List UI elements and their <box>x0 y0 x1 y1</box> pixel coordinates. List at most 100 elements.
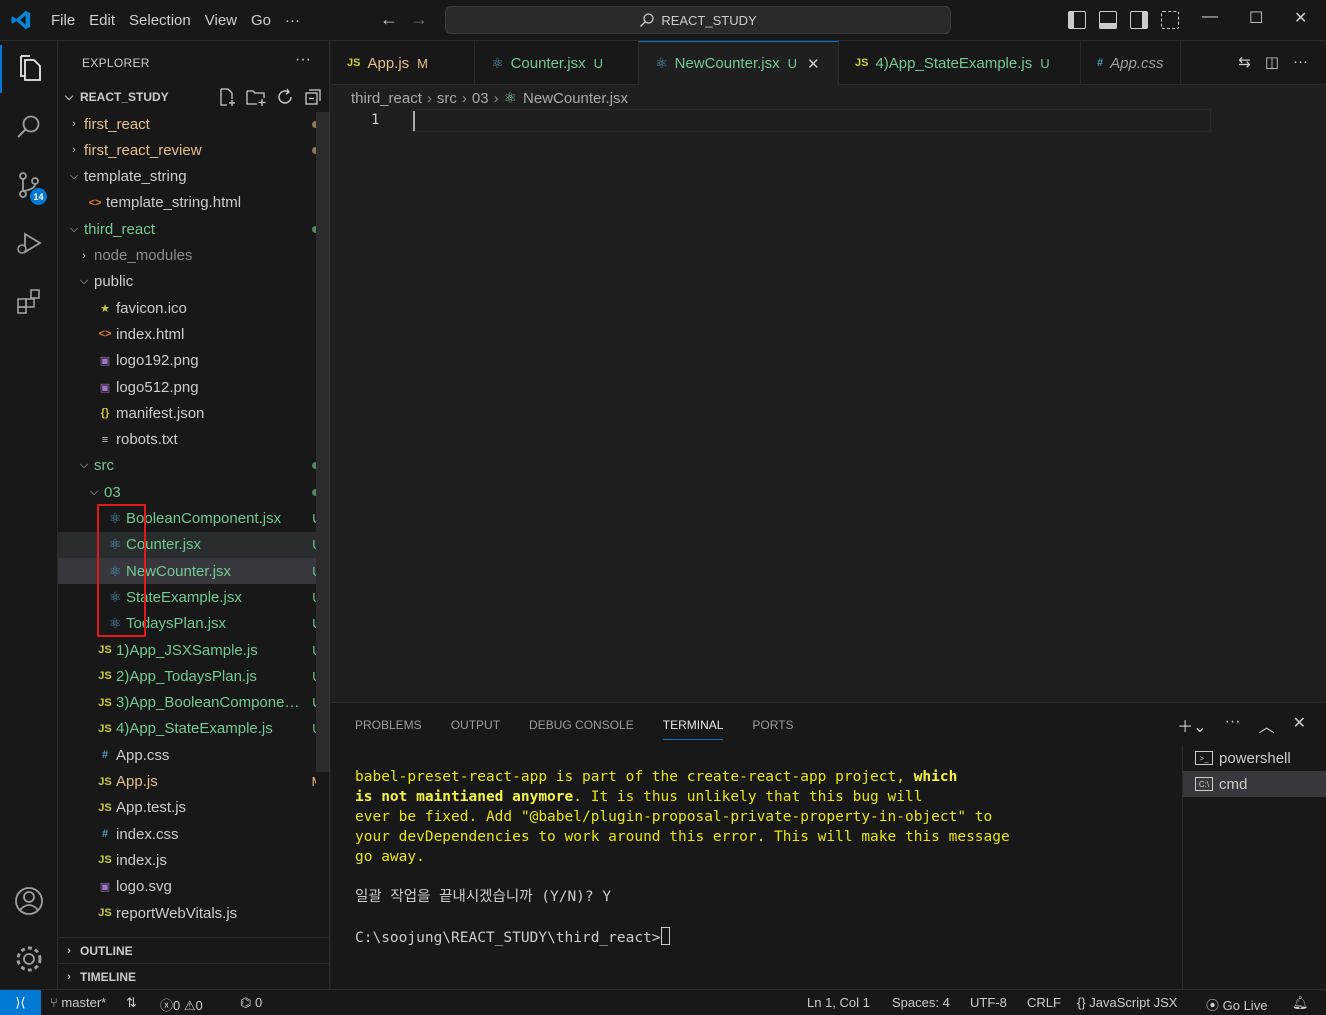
new-file-icon[interactable] <box>218 88 236 106</box>
tree-file[interactable]: JS 1)App_JSXSample.js U <box>58 637 316 663</box>
file-type-icon: ★ <box>100 302 110 315</box>
split-editor-icon[interactable]: ◫ <box>1265 53 1279 71</box>
tree-file[interactable]: JS 4)App_StateExample.js U <box>58 716 316 742</box>
tree-folder[interactable]: ⌵ 03 <box>58 479 316 505</box>
problems-status[interactable]: ⓧ0 ⚠0 <box>160 995 203 1014</box>
encoding[interactable]: UTF-8 <box>970 995 1007 1010</box>
tree-folder[interactable]: ⌵ public <box>58 269 316 295</box>
tree-folder[interactable]: › node_modules <box>58 243 316 269</box>
terminal-output[interactable]: babel-preset-react-app is part of the cr… <box>355 767 1175 948</box>
go-live-button[interactable]: ⦿ Go Live <box>1206 995 1267 1014</box>
maximize-icon[interactable]: ☐ <box>1249 8 1263 28</box>
tab-2[interactable]: ⚛ NewCounter.jsx U ✕ <box>639 41 839 85</box>
tree-folder[interactable]: › first_react <box>58 111 316 137</box>
panel-tab-terminal[interactable]: TERMINAL <box>662 718 724 740</box>
timeline-section-header[interactable]: › TIMELINE <box>58 963 330 989</box>
source-control-icon[interactable] <box>0 161 58 209</box>
tree-folder[interactable]: ⌵ src <box>58 453 316 479</box>
toggle-sidebar-icon[interactable] <box>1068 11 1086 29</box>
collapse-all-icon[interactable] <box>304 88 322 106</box>
panel-tab-debug-console[interactable]: DEBUG CONSOLE <box>529 718 634 740</box>
cursor-position[interactable]: Ln 1, Col 1 <box>807 995 870 1010</box>
maximize-panel-chevron-up-icon[interactable]: ︿ <box>1259 713 1275 737</box>
terminal-instance-powershell[interactable]: >_ powershell <box>1183 745 1326 771</box>
breadcrumb-item[interactable]: src <box>437 90 457 107</box>
toggle-secondary-sidebar-icon[interactable] <box>1130 11 1148 29</box>
close-window-icon[interactable]: ✕ <box>1294 8 1307 28</box>
text-cursor <box>413 111 415 131</box>
breadcrumb-item[interactable]: NewCounter.jsx <box>523 90 628 107</box>
tree-file[interactable]: JS reportWebVitals.js <box>58 900 316 926</box>
extensions-icon[interactable] <box>0 277 58 325</box>
terminal-line: . It is thus unlikely that this bug will <box>573 789 923 805</box>
menu-view[interactable]: View <box>198 12 244 29</box>
tree-folder[interactable]: ⌵ third_react <box>58 216 316 242</box>
tree-file[interactable]: JS App.test.js <box>58 795 316 821</box>
tree-file[interactable]: ▣ logo.svg <box>58 874 316 900</box>
sidebar-scrollbar[interactable] <box>316 112 330 772</box>
tree-file[interactable]: ▣ logo512.png <box>58 374 316 400</box>
file-type-icon: JS <box>98 644 112 656</box>
explorer-icon[interactable] <box>0 45 58 93</box>
forward-arrow-icon[interactable]: → <box>410 9 428 30</box>
search-view-icon[interactable] <box>0 103 58 151</box>
accounts-icon[interactable] <box>0 877 58 925</box>
more-actions-icon[interactable]: ··· <box>1225 713 1241 737</box>
code-editor[interactable]: 1 <box>331 109 1326 702</box>
command-center-search[interactable]: REACT_STUDY <box>445 6 951 34</box>
tree-file[interactable]: JS index.js <box>58 847 316 873</box>
tree-file[interactable]: JS 2)App_TodaysPlan.js U <box>58 663 316 689</box>
tree-file[interactable]: JS App.js M <box>58 769 316 795</box>
toggle-panel-icon[interactable] <box>1099 11 1117 29</box>
terminal-instance-cmd[interactable]: C:\ cmd <box>1183 771 1326 797</box>
new-terminal-plus-icon[interactable]: ＋⌄ <box>1177 713 1206 737</box>
tree-file[interactable]: <> template_string.html <box>58 190 316 216</box>
tab-3[interactable]: JS 4)App_StateExample.js U <box>839 41 1081 85</box>
compare-changes-icon[interactable]: ⇆ <box>1238 53 1251 71</box>
remote-indicator-icon[interactable]: ⟩⟨ <box>0 990 41 1015</box>
menu-file[interactable]: File <box>44 12 82 29</box>
tree-file[interactable]: ≡ robots.txt <box>58 427 316 453</box>
tree-file[interactable]: JS 3)App_BooleanComponent.jsU <box>58 690 316 716</box>
panel-tab-problems[interactable]: PROBLEMS <box>355 718 422 740</box>
menu-more-icon[interactable]: ··· <box>278 12 307 29</box>
notifications-bell-icon[interactable]: 🔔︎ <box>1292 995 1309 1011</box>
tree-file[interactable]: {} manifest.json <box>58 400 316 426</box>
tree-file[interactable]: # index.css <box>58 821 316 847</box>
tree-file[interactable]: <> index.html <box>58 321 316 347</box>
branch-status[interactable]: ⑂ master* <box>50 995 106 1010</box>
more-actions-icon[interactable]: ··· <box>1293 53 1308 71</box>
run-debug-icon[interactable] <box>0 219 58 267</box>
tree-file[interactable]: ★ favicon.ico <box>58 295 316 321</box>
close-panel-icon[interactable]: ✕ <box>1293 713 1306 737</box>
explorer-more-icon[interactable]: ··· <box>295 51 311 69</box>
menu-go[interactable]: Go <box>244 12 278 29</box>
ports-status[interactable]: ⌬ 0 <box>240 995 262 1011</box>
tree-file[interactable]: # App.css <box>58 742 316 768</box>
indentation[interactable]: Spaces: 4 <box>892 995 950 1010</box>
tree-folder[interactable]: › first_react_review <box>58 137 316 163</box>
sync-icon[interactable]: ⇅ <box>126 995 137 1011</box>
panel-tab-output[interactable]: OUTPUT <box>451 718 500 740</box>
menu-edit[interactable]: Edit <box>82 12 122 29</box>
back-arrow-icon[interactable]: ← <box>380 9 398 30</box>
breadcrumb-item[interactable]: third_react <box>351 90 422 107</box>
tree-folder[interactable]: ⌵ template_string <box>58 164 316 190</box>
close-tab-icon[interactable]: ✕ <box>807 55 820 73</box>
customize-layout-icon[interactable] <box>1161 11 1179 29</box>
tab-0[interactable]: JS App.js M <box>331 41 475 85</box>
menu-selection[interactable]: Selection <box>122 12 198 29</box>
breadcrumb-item[interactable]: 03 <box>472 90 489 107</box>
panel-tab-ports[interactable]: PORTS <box>752 718 793 740</box>
tab-label: 4)App_StateExample.js <box>875 54 1033 72</box>
minimize-icon[interactable]: — <box>1202 8 1218 26</box>
outline-section-header[interactable]: › OUTLINE <box>58 937 330 963</box>
end-of-line[interactable]: CRLF <box>1027 995 1061 1010</box>
tree-file[interactable]: ▣ logo192.png <box>58 348 316 374</box>
manage-gear-icon[interactable] <box>0 935 58 983</box>
new-folder-icon[interactable] <box>246 88 266 106</box>
language-mode[interactable]: {} JavaScript JSX <box>1077 995 1177 1010</box>
refresh-icon[interactable] <box>276 88 294 106</box>
tab-1[interactable]: ⚛ Counter.jsx U <box>475 41 639 85</box>
tab-4[interactable]: # App.css <box>1081 41 1181 85</box>
